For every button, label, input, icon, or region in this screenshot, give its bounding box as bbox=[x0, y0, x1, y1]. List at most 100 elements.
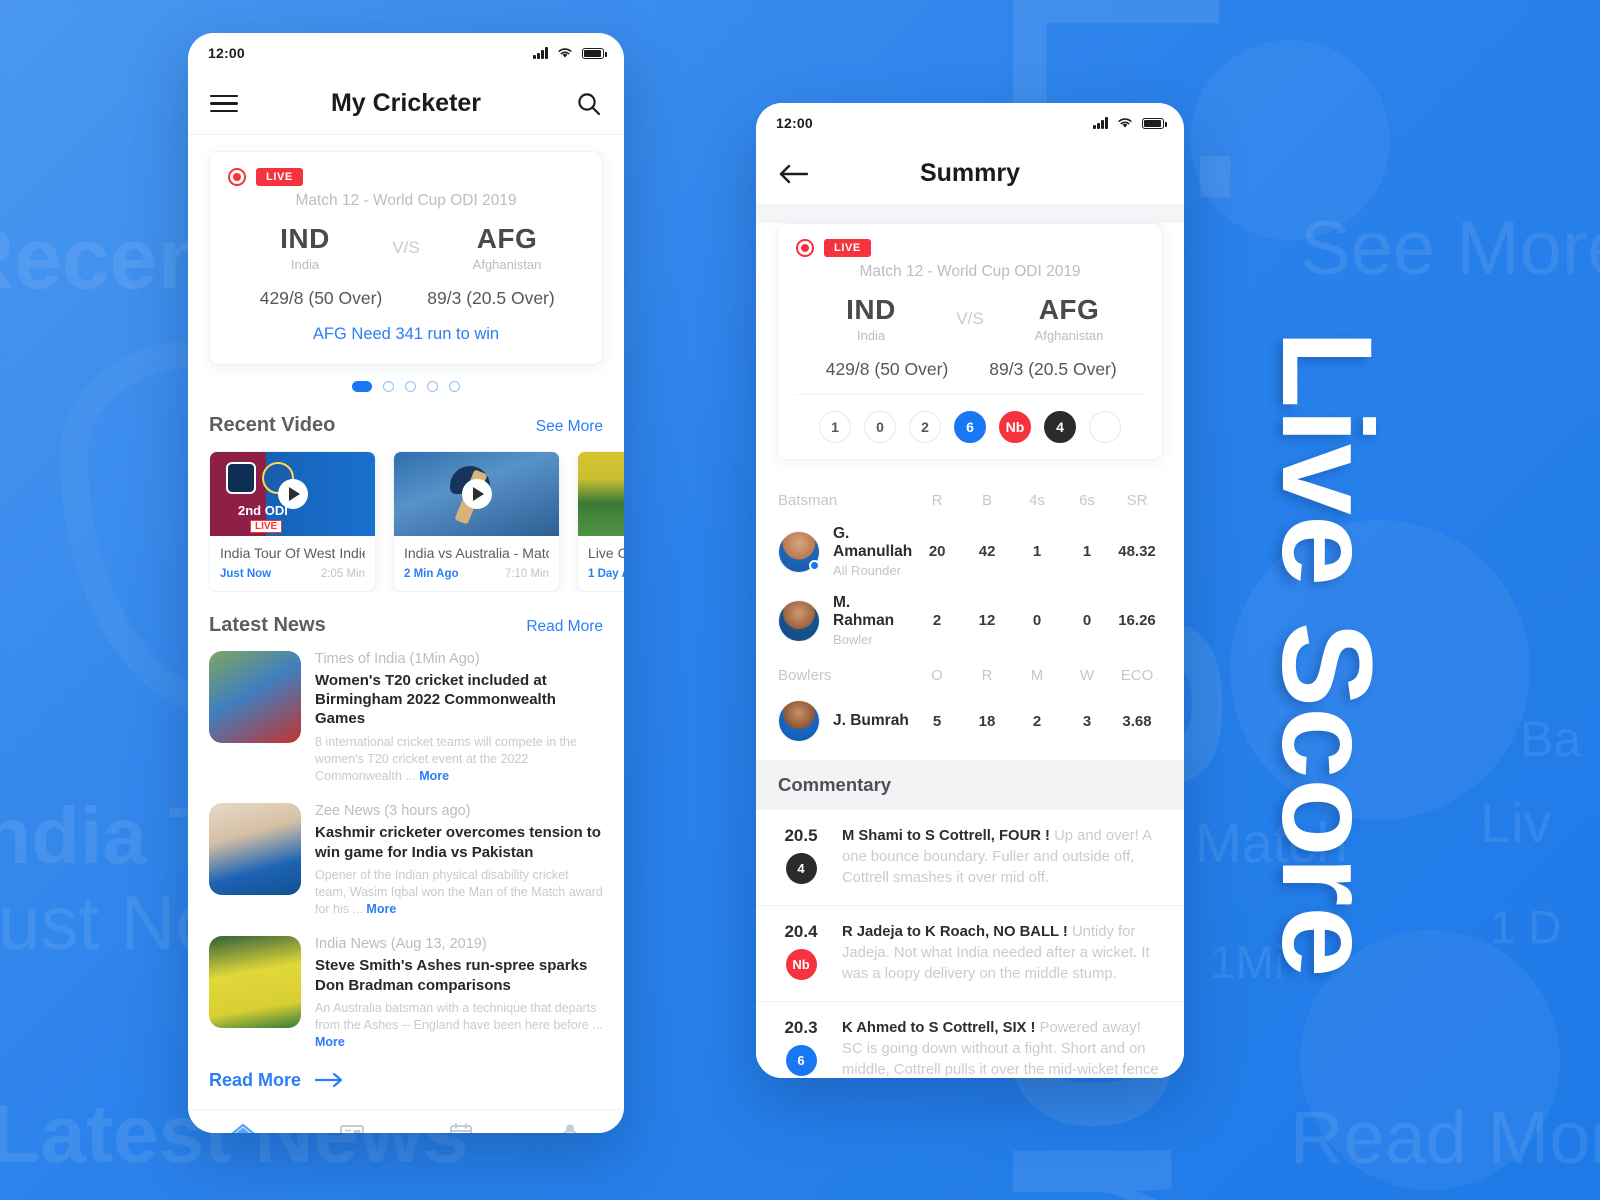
commentary-over-block: 20.4 Nb bbox=[778, 922, 824, 985]
batsman-col-sr: SR bbox=[1126, 492, 1148, 509]
live-match-card[interactable]: LIVE Match 12 - World Cup ODI 2019 IND I… bbox=[777, 223, 1163, 460]
video-meta: India Tour Of West Indies Just Now 2:05 … bbox=[210, 536, 375, 591]
tab-schedule[interactable]: Schedule bbox=[406, 1121, 515, 1133]
news-more-link[interactable]: More bbox=[366, 902, 396, 916]
bowlers-col-o: O bbox=[931, 667, 943, 684]
tab-home[interactable]: Home bbox=[188, 1121, 297, 1133]
stat-sr: 16.26 bbox=[1118, 612, 1156, 629]
recent-video-list[interactable]: 2nd ODI LIVE India Tour Of West Indies J… bbox=[209, 451, 624, 592]
news-more-link[interactable]: More bbox=[315, 1035, 345, 1049]
tab-news[interactable]: News bbox=[297, 1121, 406, 1133]
video-meta: India vs Australia - Match 2 Min Ago 7:1… bbox=[394, 536, 559, 591]
bottom-tab-bar[interactable]: Home News Schedule bbox=[188, 1108, 624, 1133]
app-bar: My Cricketer bbox=[188, 73, 624, 135]
stat-r: 18 bbox=[978, 712, 996, 730]
commentary-text: R Jadeja to K Roach, NO BALL ! Untidy fo… bbox=[842, 922, 1162, 985]
carousel-dot-2[interactable] bbox=[383, 381, 394, 392]
video-ago: 1 Day Ag bbox=[588, 568, 624, 580]
watermark-ba: Ba bbox=[1520, 711, 1582, 767]
west-indies-logo-icon bbox=[226, 462, 256, 494]
carousel-dot-5[interactable] bbox=[449, 381, 460, 392]
video-card[interactable]: Live Cr 1 Day Ag bbox=[577, 451, 624, 592]
video-card[interactable]: India vs Australia - Match 2 Min Ago 7:1… bbox=[393, 451, 560, 592]
commentary-heading: Commentary bbox=[756, 760, 1184, 810]
video-overlay-label: 2nd ODI bbox=[238, 503, 288, 518]
live-match-card[interactable]: LIVE Match 12 - World Cup ODI 2019 IND I… bbox=[209, 151, 603, 365]
news-source: India News (Aug 13, 2019) bbox=[315, 936, 487, 953]
tab-player-list[interactable]: Player List bbox=[515, 1121, 624, 1133]
search-icon[interactable] bbox=[576, 91, 602, 117]
teams-row: IND India V/S AFG Afghanistan bbox=[796, 294, 1144, 343]
latest-news-read-more-link[interactable]: Read More bbox=[526, 618, 603, 636]
vs-label: V/S bbox=[392, 237, 420, 257]
calendar-icon bbox=[449, 1123, 472, 1133]
commentary-list: 20.5 4 M Shami to S Cottrell, FOUR ! Up … bbox=[756, 810, 1184, 1078]
player-name: J. Bumrah bbox=[833, 712, 909, 729]
watermark-live: Liv bbox=[1480, 791, 1552, 854]
player-role: All Rounder bbox=[833, 563, 901, 578]
batsman-col-6s: 6s bbox=[1079, 492, 1095, 509]
commentary-item: 20.4 Nb R Jadeja to K Roach, NO BALL ! U… bbox=[756, 906, 1184, 1002]
status-time: 12:00 bbox=[208, 45, 245, 61]
avatar bbox=[778, 599, 820, 642]
read-more-label: Read More bbox=[209, 1069, 302, 1090]
signal-icon bbox=[1093, 117, 1108, 129]
play-icon[interactable] bbox=[277, 479, 308, 509]
read-more-button[interactable]: Read More bbox=[209, 1070, 603, 1091]
news-source: Zee News (3 hours ago) bbox=[315, 803, 471, 820]
news-body: India News (Aug 13, 2019) Steve Smith's … bbox=[315, 936, 603, 1051]
battery-icon bbox=[1142, 117, 1167, 129]
news-more-link[interactable]: More bbox=[419, 769, 449, 783]
news-item[interactable]: Zee News (3 hours ago) Kashmir cricketer… bbox=[209, 803, 603, 918]
status-time: 12:00 bbox=[776, 115, 813, 131]
ball-6: 4 bbox=[1044, 411, 1076, 443]
news-item[interactable]: India News (Aug 13, 2019) Steve Smith's … bbox=[209, 936, 603, 1051]
match-title: Match 12 - World Cup ODI 2019 bbox=[859, 263, 1081, 280]
news-source: Times of India (1Min Ago) bbox=[315, 651, 480, 667]
ball-2: 0 bbox=[864, 411, 896, 443]
watermark-see-more: See More bbox=[1300, 206, 1600, 291]
background-circle-2 bbox=[1300, 930, 1560, 1190]
stat-eco: 3.68 bbox=[1122, 712, 1152, 730]
watermark-read-more: Read More bbox=[1290, 1096, 1600, 1179]
table-row[interactable]: J. Bumrah 5 18 2 3 3.68 bbox=[756, 692, 1184, 750]
team-a-code: IND bbox=[846, 294, 896, 325]
stat-sr: 48.32 bbox=[1118, 543, 1156, 560]
carousel-dot-4[interactable] bbox=[427, 381, 438, 392]
batsman-col-r: R bbox=[931, 492, 943, 509]
recent-video-header: Recent Video See More bbox=[209, 414, 603, 437]
news-item[interactable]: Times of India (1Min Ago) Women's T20 cr… bbox=[209, 651, 603, 785]
latest-news-header: Latest News Read More bbox=[209, 614, 603, 637]
team-a-score: 429/8 (50 Over) bbox=[259, 288, 383, 308]
recent-video-see-more-link[interactable]: See More bbox=[536, 418, 603, 436]
page-title: My Cricketer bbox=[330, 89, 482, 117]
video-meta-row: 2 Min Ago 7:10 Min bbox=[404, 568, 549, 580]
news-title: Women's T20 cricket included at Birmingh… bbox=[315, 672, 556, 728]
thumbnail-art bbox=[578, 452, 624, 536]
match-status-line: AFG Need 341 run to win bbox=[312, 325, 500, 343]
carousel-dot-1[interactable] bbox=[352, 381, 372, 392]
status-bar: 12:00 bbox=[756, 103, 1184, 143]
news-description: An Australia batsman with a technique th… bbox=[315, 1000, 603, 1052]
arrow-right-icon bbox=[315, 1072, 343, 1088]
carousel-dot-3[interactable] bbox=[405, 381, 416, 392]
commentary-over-block: 20.5 4 bbox=[778, 826, 824, 889]
hamburger-menu-icon[interactable] bbox=[210, 90, 238, 118]
arrow-left-icon[interactable] bbox=[778, 163, 810, 185]
signal-icon bbox=[533, 47, 548, 59]
table-row[interactable]: G. Amanullah All Rounder 20 42 1 1 48.32 bbox=[756, 517, 1184, 586]
team-a-code: IND bbox=[280, 223, 330, 254]
ball-3: 2 bbox=[909, 411, 941, 443]
video-card[interactable]: 2nd ODI LIVE India Tour Of West Indies J… bbox=[209, 451, 376, 592]
play-icon[interactable] bbox=[461, 479, 492, 509]
bowlers-col-eco: ECO bbox=[1120, 667, 1154, 684]
news-thumbnail bbox=[209, 651, 301, 743]
player-identity: J. Bumrah bbox=[778, 700, 912, 742]
batsman-col-4s: 4s bbox=[1029, 492, 1045, 509]
bowlers-table-header: Bowlers O R M W ECO bbox=[756, 655, 1184, 692]
stat-w: 3 bbox=[1082, 712, 1092, 730]
team-b: AFG Afghanistan bbox=[1000, 294, 1138, 343]
table-row[interactable]: M. Rahman Bowler 2 12 0 0 16.26 bbox=[756, 586, 1184, 655]
status-icons bbox=[533, 47, 607, 59]
carousel-dots[interactable] bbox=[188, 381, 624, 392]
